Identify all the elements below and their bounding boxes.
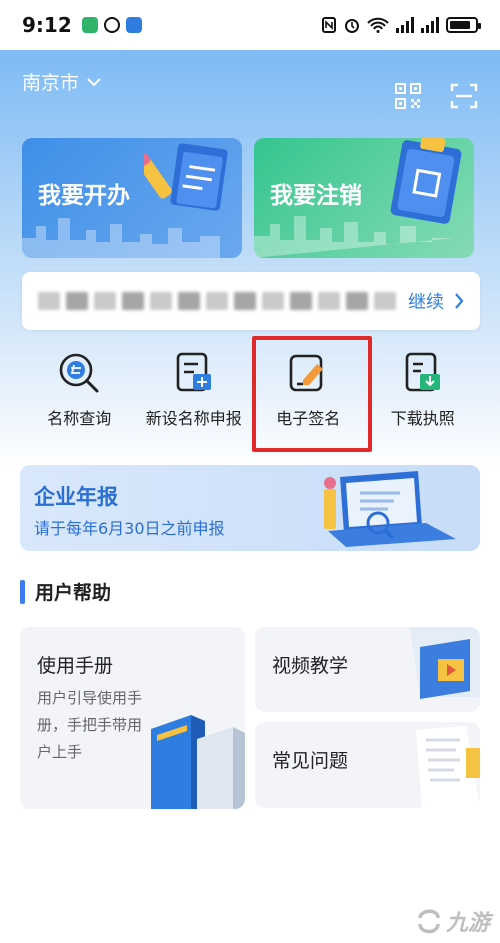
k-app-icon bbox=[125, 17, 142, 33]
cancel-business-label: 我要注销 bbox=[270, 183, 362, 209]
continue-application-bar[interactable]: 继续 bbox=[22, 272, 480, 330]
quick-services: 名称查询 新设名称申报 电子签名 下载执照 bbox=[22, 350, 480, 432]
video-title: 视频教学 bbox=[272, 655, 349, 677]
chevron-down-icon bbox=[87, 77, 101, 86]
annual-report-subtitle: 请于每年6月30日之前申报 bbox=[34, 519, 225, 538]
status-bar: 9:12 bbox=[0, 0, 500, 50]
quick-item-download-license[interactable]: 下载执照 bbox=[366, 350, 481, 432]
download-license-icon bbox=[405, 352, 440, 392]
watermark: 九游 bbox=[416, 905, 490, 937]
qq-icon bbox=[103, 17, 120, 33]
annual-report-banner[interactable]: 企业年报 请于每年6月30日之前申报 bbox=[20, 465, 480, 551]
notification-icons bbox=[81, 17, 142, 33]
top-actions bbox=[394, 82, 478, 110]
manual-description: 用户引导使用手册，手把手带用户上手 bbox=[37, 689, 143, 761]
highlight-box bbox=[252, 336, 372, 452]
city-label: 南京市 bbox=[22, 72, 80, 94]
document-pen-illustration bbox=[144, 143, 228, 211]
name-search-icon bbox=[59, 353, 99, 393]
blurred-application-name bbox=[38, 292, 396, 310]
alarm-icon bbox=[345, 19, 359, 33]
video-player-illustration bbox=[410, 627, 480, 699]
annual-report-title: 企业年报 bbox=[34, 485, 118, 509]
clipboard-illustration bbox=[390, 138, 462, 224]
continue-label: 继续 bbox=[408, 292, 444, 313]
continue-link[interactable]: 继续 bbox=[408, 288, 464, 314]
city-selector[interactable]: 南京市 bbox=[22, 68, 101, 95]
section-accent-bar bbox=[20, 579, 25, 604]
document-pages-illustration bbox=[416, 726, 480, 808]
quick-item-name-search[interactable]: 名称查询 bbox=[22, 350, 137, 432]
faq-card[interactable]: 常见问题 bbox=[255, 722, 480, 808]
help-title-text: 用户帮助 bbox=[35, 582, 112, 604]
cancel-business-card[interactable]: 我要注销 bbox=[254, 138, 474, 258]
scan-icon[interactable] bbox=[450, 82, 478, 110]
start-business-label: 我要开办 bbox=[38, 183, 130, 209]
start-business-card[interactable]: 我要开办 bbox=[22, 138, 242, 258]
new-name-apply-icon bbox=[176, 352, 211, 392]
system-icons bbox=[321, 17, 481, 33]
laptop-illustration bbox=[324, 471, 456, 547]
books-illustration bbox=[151, 715, 245, 809]
nfc-icon bbox=[322, 17, 336, 33]
quick-item-label: 新设名称申报 bbox=[145, 409, 242, 428]
signal-icon bbox=[396, 17, 414, 33]
watermark-logo-icon bbox=[418, 909, 440, 934]
watermark-text: 九游 bbox=[445, 911, 490, 936]
manual-title: 使用手册 bbox=[37, 655, 114, 677]
qr-code-icon[interactable] bbox=[394, 82, 422, 110]
chevron-right-icon bbox=[455, 293, 464, 309]
status-time: 9:12 bbox=[22, 13, 72, 37]
user-manual-card[interactable]: 使用手册 用户引导使用手册，手把手带用户上手 bbox=[20, 627, 245, 809]
quick-item-new-name-apply[interactable]: 新设名称申报 bbox=[137, 350, 252, 432]
quick-item-label: 下载执照 bbox=[390, 409, 455, 428]
wifi-icon bbox=[367, 17, 389, 33]
signal-icon-2 bbox=[421, 17, 439, 33]
shield-app-icon bbox=[81, 17, 98, 33]
quick-item-label: 名称查询 bbox=[47, 409, 112, 428]
video-tutorial-card[interactable]: 视频教学 bbox=[255, 627, 480, 712]
battery-icon bbox=[446, 17, 481, 33]
help-section-title: 用户帮助 bbox=[20, 578, 111, 605]
faq-title: 常见问题 bbox=[272, 750, 349, 772]
